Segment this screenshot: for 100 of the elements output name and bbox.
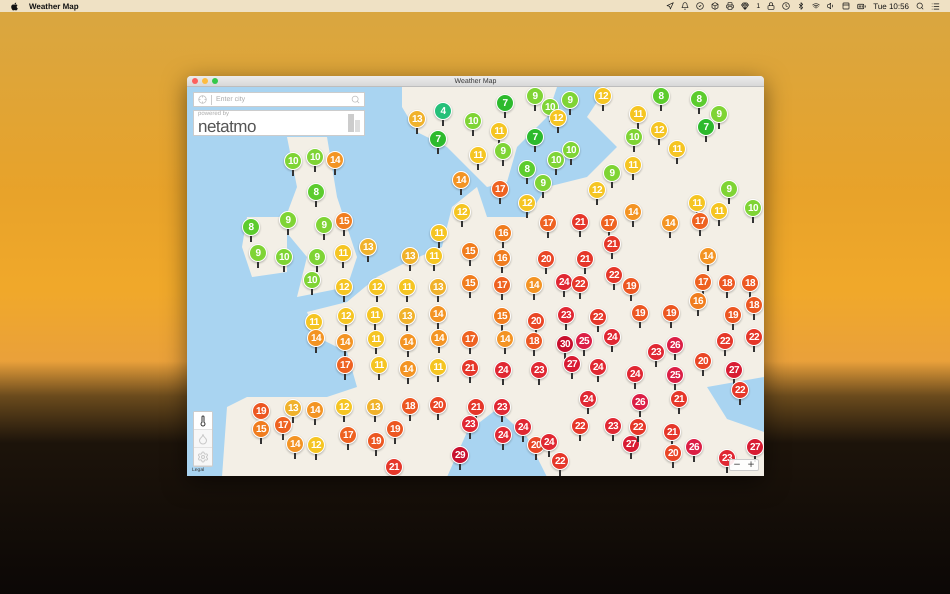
wifi-icon[interactable]: [812, 2, 820, 10]
menu-clock[interactable]: Tue 10:56: [873, 2, 909, 10]
check-circle-icon[interactable]: [696, 2, 704, 10]
pin-stem: [724, 350, 726, 356]
station-icon: [348, 114, 360, 132]
pin-stem: [469, 348, 471, 354]
pin-stem: [438, 242, 440, 248]
pin-stem: [639, 322, 641, 328]
app-name[interactable]: Weather Map: [29, 2, 79, 10]
temperature-marker[interactable]: 10: [562, 141, 580, 159]
pin-stem: [579, 435, 581, 441]
pin-stem: [315, 347, 317, 353]
pin-stem: [416, 128, 418, 134]
pin-stem: [752, 217, 754, 223]
printer-icon[interactable]: [726, 2, 734, 10]
temperature-button[interactable]: [194, 412, 212, 430]
search-icon[interactable]: [916, 2, 924, 10]
pin-stem: [461, 221, 463, 227]
pin-stem: [502, 379, 504, 385]
temperature-marker[interactable]: 14: [326, 151, 344, 169]
location-arrow-icon[interactable]: [666, 2, 674, 10]
pin-stem: [437, 296, 439, 302]
pin-stem: [323, 234, 325, 240]
temperature-marker[interactable]: 12: [594, 87, 612, 105]
pin-stem: [678, 408, 680, 414]
pin-stem: [597, 326, 599, 332]
pin-stem: [394, 438, 396, 444]
zoom-in-button[interactable]: +: [744, 460, 758, 470]
temperature-marker[interactable]: 29: [451, 446, 469, 464]
pin-stem: [658, 139, 660, 145]
pin-stem: [611, 346, 613, 352]
pin-stem: [502, 444, 504, 450]
temperature-marker[interactable]: 8: [242, 218, 260, 236]
pin-stem: [375, 348, 377, 354]
temperature-marker[interactable]: 17: [491, 180, 509, 198]
temperature-marker[interactable]: 22: [731, 381, 749, 399]
pin-stem: [437, 323, 439, 329]
pin-stem: [579, 231, 581, 237]
logo-icon[interactable]: [10, 2, 19, 10]
droplet-icon: [197, 432, 209, 444]
bell-icon[interactable]: [681, 2, 690, 10]
pin-stem: [459, 464, 461, 470]
pin-stem: [442, 120, 444, 126]
temperature-marker[interactable]: 9: [561, 91, 579, 109]
pin-stem: [343, 296, 345, 302]
temperature-marker[interactable]: 14: [452, 171, 470, 189]
pin-stem: [347, 444, 349, 450]
pin-stem: [469, 292, 471, 298]
temperature-marker[interactable]: 11: [305, 313, 323, 331]
temperature-marker[interactable]: 14: [307, 329, 325, 347]
pin-stem: [522, 436, 524, 442]
pin-stem: [406, 325, 408, 331]
temperature-marker[interactable]: 11: [430, 224, 448, 242]
pin-stem: [732, 324, 734, 330]
pin-stem: [407, 378, 409, 384]
temperature-marker[interactable]: 13: [359, 238, 377, 256]
temperature-marker[interactable]: 17: [336, 356, 354, 374]
battery-icon[interactable]: [857, 2, 866, 10]
pin-stem: [660, 105, 662, 111]
clock-icon[interactable]: [782, 2, 790, 10]
pin-stem: [315, 201, 317, 207]
temperature-marker[interactable]: 7: [526, 128, 544, 146]
pin-stem: [753, 346, 755, 352]
volume-icon[interactable]: [827, 2, 836, 10]
pin-stem: [375, 450, 377, 456]
pin-stem: [499, 198, 501, 204]
temperature-marker[interactable]: 12: [518, 194, 536, 212]
pin-stem: [257, 262, 259, 268]
bluetooth-icon[interactable]: [797, 2, 806, 10]
temperature-marker[interactable]: 12: [335, 278, 353, 296]
pin-stem: [345, 325, 347, 331]
pin-stem: [534, 105, 536, 111]
pin-stem: [632, 174, 634, 180]
pin-stem: [409, 265, 411, 271]
temperature-marker[interactable]: 13: [401, 247, 419, 265]
pin-stem: [699, 230, 701, 236]
pin-stem: [282, 434, 284, 440]
pin-stem: [639, 411, 641, 417]
temperature-marker[interactable]: 9: [534, 174, 552, 192]
temperature-marker[interactable]: 12: [549, 109, 567, 127]
pin-stem: [504, 348, 506, 354]
temperature-marker[interactable]: 24: [494, 426, 512, 444]
list-icon[interactable]: [931, 2, 940, 10]
pin-stem: [311, 289, 313, 295]
pin-stem: [611, 253, 613, 259]
pin-stem: [596, 199, 598, 205]
pin-stem: [437, 414, 439, 420]
pin-stem: [570, 159, 572, 165]
gem-icon[interactable]: [741, 2, 750, 10]
pin-stem: [611, 182, 613, 188]
temperature-marker[interactable]: 8: [518, 160, 536, 178]
pin-stem: [707, 265, 709, 271]
temperature-marker[interactable]: 10: [547, 151, 565, 169]
lock-icon[interactable]: [767, 2, 776, 10]
temperature-marker[interactable]: 15: [335, 212, 353, 230]
pin-stem: [316, 266, 318, 272]
temperature-marker[interactable]: 10: [275, 248, 293, 266]
box-icon[interactable]: [711, 2, 720, 10]
window-icon[interactable]: [842, 2, 850, 10]
temperature-marker[interactable]: 10: [284, 152, 302, 170]
